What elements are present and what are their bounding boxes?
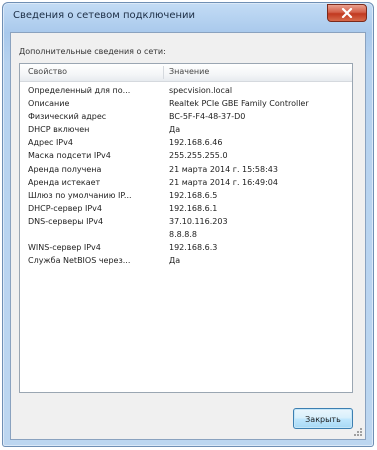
table-row[interactable]: 8.8.8.8 <box>20 229 352 242</box>
value-cell: 192.168.6.5 <box>169 190 218 200</box>
details-group-label: Дополнительные сведения о сети: <box>19 47 166 56</box>
table-row[interactable]: DNS-серверы IPv4 37.10.116.203 <box>20 216 352 229</box>
property-cell: WINS-сервер IPv4 <box>28 243 101 253</box>
property-cell: Маска подсети IPv4 <box>28 151 111 161</box>
table-row[interactable]: Аренда истекает 21 марта 2014 г. 16:49:0… <box>20 177 352 190</box>
resize-grip-icon[interactable] <box>353 427 363 437</box>
value-cell: Да <box>169 125 181 135</box>
property-cell: Адрес IPv4 <box>28 138 73 148</box>
table-row[interactable]: WINS-сервер IPv4 192.168.6.3 <box>20 242 352 255</box>
details-list[interactable]: Свойство Значение Определенный для по...… <box>19 63 353 393</box>
property-cell: Шлюз по умолчанию IP... <box>28 190 132 200</box>
value-cell: specvision.local <box>169 86 233 95</box>
table-row[interactable]: DHCP-сервер IPv4 192.168.6.1 <box>20 203 352 216</box>
property-cell: Физический адрес <box>28 112 107 122</box>
table-row[interactable]: Адрес IPv4 192.168.6.46 <box>20 137 352 150</box>
property-cell: DHCP-сервер IPv4 <box>28 203 102 213</box>
table-row[interactable]: Физический адрес BC-5F-F4-48-37-D0 <box>20 111 352 124</box>
value-cell: Realtek PCIe GBE Family Controller <box>169 99 309 109</box>
value-cell: Да <box>169 256 181 266</box>
value-cell: 8.8.8.8 <box>169 230 197 240</box>
value-cell: BC-5F-F4-48-37-D0 <box>169 112 246 122</box>
list-rows: Определенный для по... specvision.local … <box>20 85 352 268</box>
value-cell: 21 марта 2014 г. 16:49:04 <box>169 177 278 187</box>
table-row[interactable]: Описание Realtek PCIe GBE Family Control… <box>20 98 352 111</box>
table-row[interactable]: Шлюз по умолчанию IP... 192.168.6.5 <box>20 190 352 203</box>
table-row[interactable]: Служба NetBIOS через... Да <box>20 255 352 268</box>
list-header: Свойство Значение <box>20 64 352 82</box>
close-button[interactable]: Закрыть <box>293 408 353 429</box>
table-row[interactable]: Аренда получена 21 марта 2014 г. 15:58:4… <box>20 164 352 177</box>
value-cell: 37.10.116.203 <box>169 216 228 226</box>
value-cell: 192.168.6.1 <box>169 203 218 213</box>
title-close-button[interactable] <box>327 4 367 22</box>
column-header-value[interactable]: Значение <box>169 67 209 76</box>
network-details-dialog: Сведения о сетевом подключении Дополните… <box>2 2 374 447</box>
property-cell: DNS-серверы IPv4 <box>28 216 104 226</box>
window-title: Сведения о сетевом подключении <box>13 10 196 21</box>
value-cell: 192.168.6.3 <box>169 243 218 253</box>
property-cell: Аренда получена <box>28 164 102 174</box>
dialog-body: Дополнительные сведения о сети: Свойство… <box>10 32 366 440</box>
column-separator[interactable] <box>163 66 164 79</box>
value-cell: 192.168.6.46 <box>169 138 223 148</box>
property-cell: Служба NetBIOS через... <box>28 256 131 266</box>
table-row[interactable]: Определенный для по... specvision.local <box>20 85 352 98</box>
property-cell: DHCP включен <box>28 125 90 135</box>
value-cell: 21 марта 2014 г. 15:58:43 <box>169 164 278 174</box>
title-bar[interactable]: Сведения о сетевом подключении <box>3 3 373 31</box>
property-cell: Определенный для по... <box>28 86 131 95</box>
property-cell: Описание <box>28 99 70 109</box>
column-header-property[interactable]: Свойство <box>28 67 67 76</box>
table-row[interactable]: Маска подсети IPv4 255.255.255.0 <box>20 150 352 163</box>
value-cell: 255.255.255.0 <box>169 151 228 161</box>
table-row[interactable]: DHCP включен Да <box>20 124 352 137</box>
close-icon <box>341 8 353 18</box>
property-cell: Аренда истекает <box>28 177 101 187</box>
